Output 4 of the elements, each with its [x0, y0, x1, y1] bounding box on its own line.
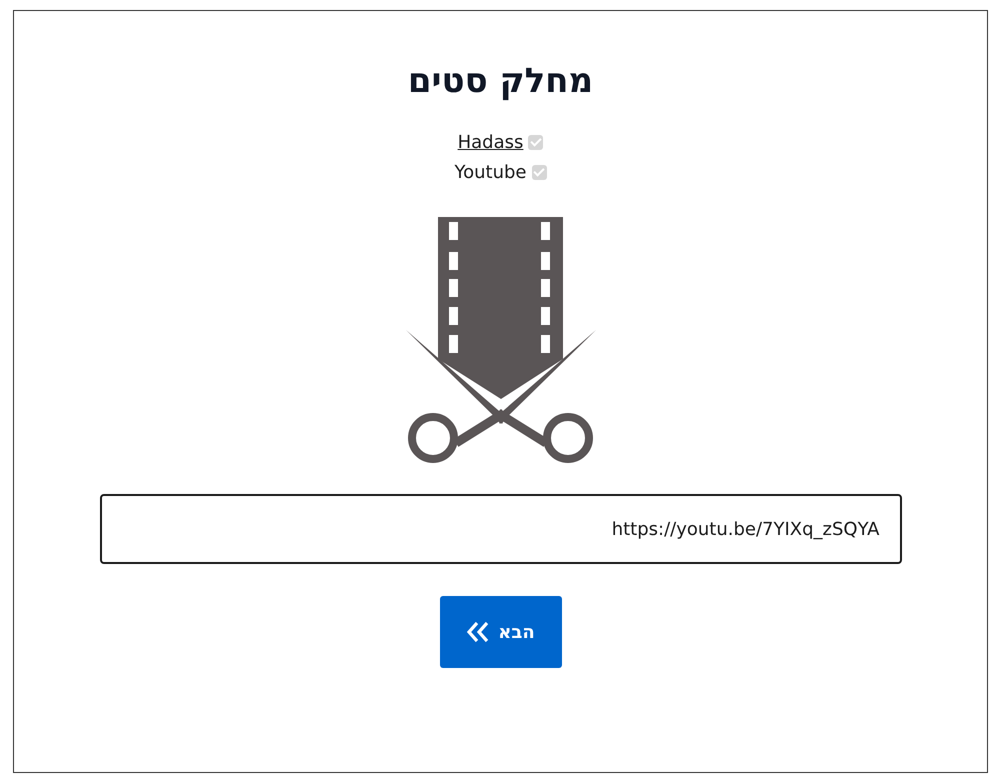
- page-title: מחלק סטים: [406, 61, 594, 101]
- source-label: Youtube: [454, 162, 526, 182]
- url-field[interactable]: https://youtu.be/7YIXq_zSQYA: [100, 494, 902, 564]
- next-button[interactable]: הבא: [440, 596, 562, 668]
